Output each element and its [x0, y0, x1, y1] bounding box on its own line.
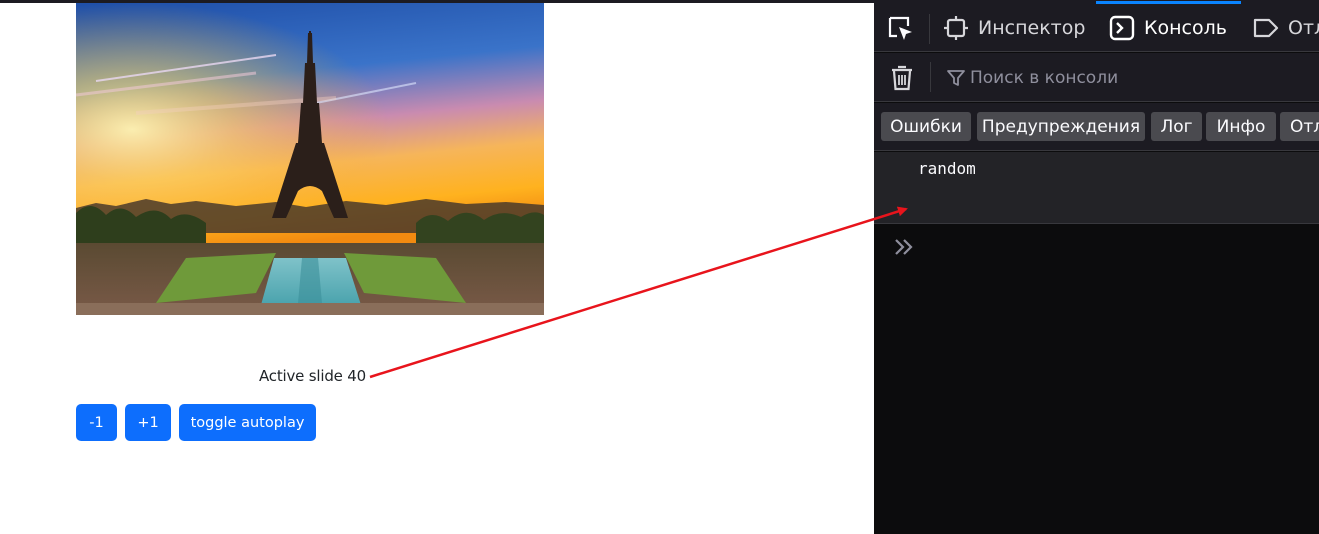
filter-warnings-button[interactable]: Предупреждения	[977, 112, 1145, 141]
tab-console-label: Консоль	[1144, 17, 1227, 39]
devtools-panel: Инспектор Консоль Отл	[874, 0, 1319, 534]
trash-icon	[892, 65, 912, 91]
double-chevron-icon	[895, 239, 913, 255]
filter-errors-button[interactable]: Ошибки	[881, 112, 971, 141]
console-log-message: random	[918, 159, 976, 178]
filter-logs-button[interactable]: Лог	[1151, 112, 1202, 141]
toolbar-separator	[930, 62, 931, 92]
filter-info-button[interactable]: Инфо	[1206, 112, 1276, 141]
console-input-area[interactable]	[874, 225, 1319, 534]
element-picker-button[interactable]	[886, 14, 916, 44]
clear-console-button[interactable]	[888, 63, 916, 93]
debugger-icon	[1252, 14, 1280, 42]
next-slide-button[interactable]: +1	[125, 404, 171, 441]
devtools-tab-bar: Инспектор Консоль Отл	[874, 4, 1319, 52]
inspector-icon	[942, 14, 970, 42]
filter-debug-button[interactable]: Отл	[1280, 112, 1319, 141]
tab-console[interactable]: Консоль	[1108, 8, 1227, 48]
console-toolbar	[874, 53, 1319, 102]
prev-slide-button[interactable]: -1	[76, 404, 117, 441]
console-icon	[1108, 14, 1136, 42]
filter-icon	[947, 70, 965, 86]
toggle-autoplay-button[interactable]: toggle autoplay	[179, 404, 316, 441]
tab-inspector[interactable]: Инспектор	[942, 8, 1085, 48]
active-slide-label: Active slide 40	[259, 367, 366, 385]
element-picker-icon	[888, 16, 912, 40]
console-output: random	[874, 152, 1319, 224]
tab-debugger[interactable]: Отл	[1252, 8, 1319, 48]
carousel-slide-image	[76, 3, 544, 315]
web-page: Active slide 40 -1 +1 toggle autoplay	[0, 0, 874, 534]
tab-inspector-label: Инспектор	[978, 17, 1086, 39]
console-filter-bar: Ошибки Предупреждения Лог Инфо Отл	[874, 103, 1319, 151]
console-search-input[interactable]	[970, 65, 1300, 91]
tab-separator	[929, 14, 930, 44]
tab-debugger-label: Отл	[1288, 17, 1319, 39]
